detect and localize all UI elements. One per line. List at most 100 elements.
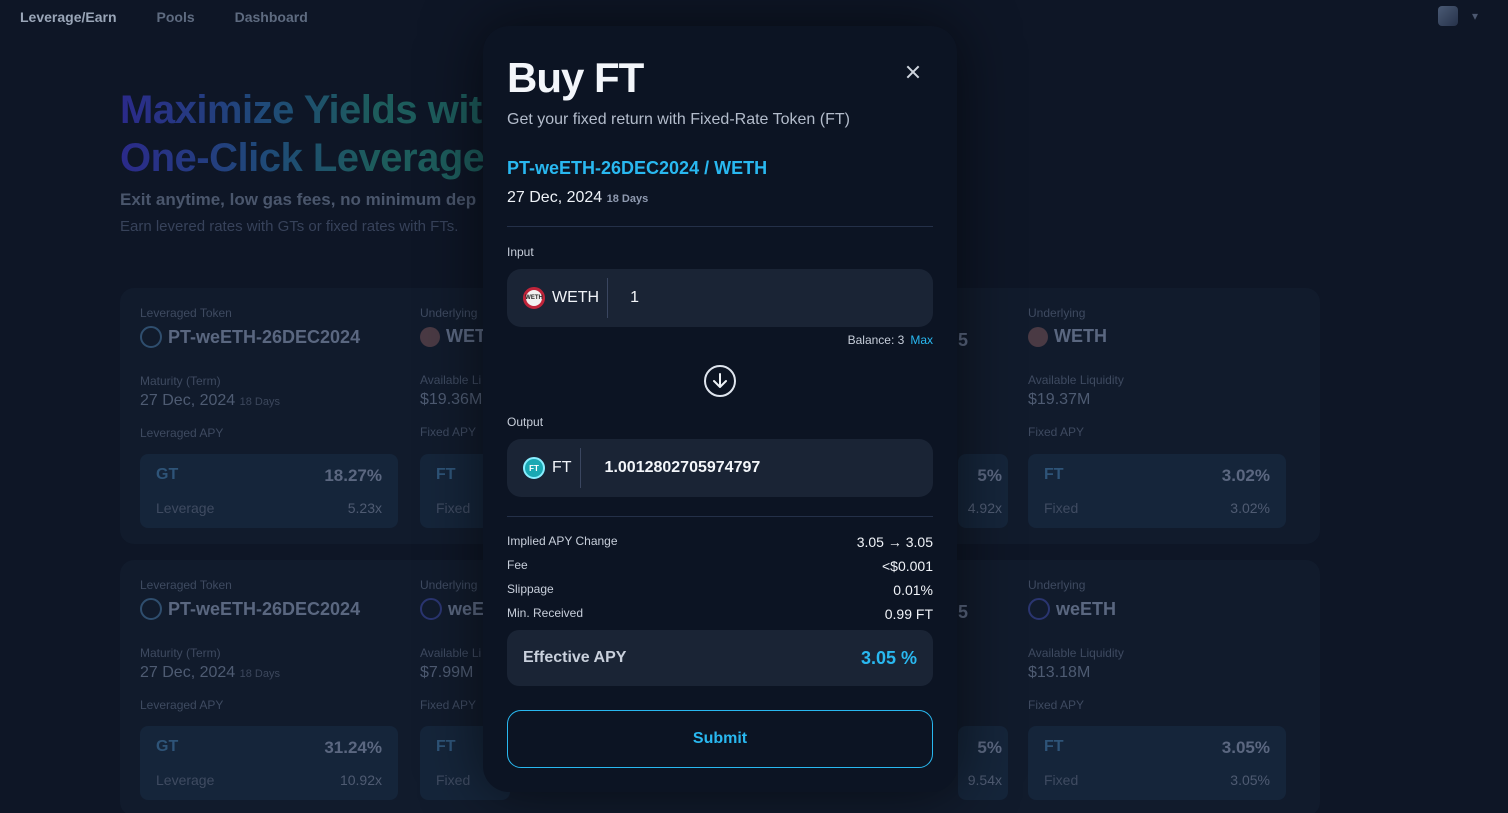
input-label: Input: [507, 245, 534, 259]
leveraged-token-name: PT-weETH-26DEC2024: [168, 326, 361, 347]
underlying-label: Underlying: [1028, 578, 1086, 592]
ft-apy-box[interactable]: FT 3.02% Fixed 3.02%: [1028, 454, 1286, 528]
input-token-symbol: WETH: [552, 289, 600, 306]
maturity-days: 18 Days: [239, 396, 280, 408]
maturity-date: 27 Dec, 2024: [507, 189, 603, 206]
ft-token-icon: FT: [523, 457, 545, 479]
effective-apy-label: Effective APY: [523, 649, 627, 666]
input-amount[interactable]: [630, 289, 911, 307]
info-key: Min. Received: [507, 606, 584, 620]
modal-title: Buy FT: [507, 54, 644, 101]
leverage-value: 5.23x: [347, 500, 382, 516]
output-token: FT FT: [507, 439, 572, 497]
underlying-label: Underlying: [1028, 306, 1086, 320]
mid-apy-box[interactable]: 5% 4.92x: [958, 454, 1008, 528]
divider: [507, 226, 933, 227]
underlying-token: weETH: [1028, 598, 1290, 620]
info-value: 3.05 → 3.05: [856, 534, 933, 550]
maturity-value: 27 Dec, 2024 18 Days: [140, 392, 402, 410]
info-row-slippage: Slippage 0.01%: [507, 582, 933, 598]
pt-token-icon: [140, 326, 162, 348]
hero-section: Maximize Yields wit One-Click Leverage E…: [120, 86, 485, 235]
info-key: Fee: [507, 558, 528, 572]
nav-leverage-earn[interactable]: Leverage/Earn: [20, 9, 117, 25]
max-button[interactable]: Max: [910, 333, 933, 347]
info-row-implied-apy: Implied APY Change 3.05 → 3.05: [507, 534, 933, 550]
ft-apy-box[interactable]: FT 3.05% Fixed 3.05%: [1028, 726, 1286, 800]
input-field[interactable]: WETH WETH: [507, 269, 933, 327]
fixed-label: Fixed: [436, 772, 471, 788]
balance-row: Balance: 3 Max: [848, 333, 933, 347]
divider: [507, 516, 933, 517]
fixed-label: Fixed: [436, 500, 471, 516]
gt-label: GT: [156, 466, 179, 483]
underlying-token: WETH: [1028, 326, 1290, 347]
right-underlying-col: Underlying WETH Available Liquidity $19.…: [1028, 306, 1290, 439]
info-value: 0.99 FT: [884, 606, 933, 622]
input-token-selector[interactable]: WETH WETH: [507, 269, 599, 327]
mid-leverage-value: 4.92x: [967, 500, 1002, 516]
maturity-info: 27 Dec, 2024 18 Days: [507, 189, 648, 207]
leveraged-token-label: Leveraged Token: [140, 578, 232, 592]
leveraged-token-name: PT-weETH-26DEC2024: [168, 598, 361, 619]
fixed-apy-label: Fixed APY: [1028, 698, 1085, 712]
mid-apy-value: 5%: [977, 738, 1002, 757]
gt-apy-value: 31.24%: [324, 738, 382, 757]
ft-label: FT: [1044, 466, 1064, 483]
leverage-label: Leverage: [156, 772, 215, 788]
mid-leverage-value: 9.54x: [967, 772, 1002, 788]
leveraged-apy-label: Leveraged APY: [140, 698, 224, 712]
liquidity-label: Available Liquidity: [1028, 373, 1124, 387]
hero-title-line1: Maximize Yields wit: [120, 88, 482, 132]
nav-pools[interactable]: Pools: [157, 9, 195, 25]
output-field: FT FT 1.0012802705974797: [507, 439, 933, 497]
modal-subtitle: Get your fixed return with Fixed-Rate To…: [507, 111, 850, 128]
account-menu[interactable]: ▾: [1437, 6, 1478, 26]
underlying-name: WET: [446, 326, 486, 346]
fixed-label: Fixed: [1044, 500, 1079, 516]
network-logo-icon: [1437, 6, 1458, 26]
weeth-token-icon: [420, 598, 442, 620]
liquidity-value: $19.37M: [1028, 391, 1091, 408]
info-row-min-received: Min. Received 0.99 FT: [507, 606, 933, 622]
gt-apy-box[interactable]: GT 31.24% Leverage 10.92x: [140, 726, 398, 800]
fixed-value: 3.02%: [1230, 500, 1270, 516]
leverage-label: Leverage: [156, 500, 215, 516]
gt-label: GT: [156, 738, 179, 755]
info-row-fee: Fee <$0.001: [507, 558, 933, 574]
buy-ft-modal: Buy FT Get your fixed return with Fixed-…: [483, 26, 957, 792]
underlying-name: weETH: [1056, 598, 1117, 619]
close-icon[interactable]: [903, 62, 923, 82]
output-label: Output: [507, 415, 544, 429]
arrow-down-circle-icon[interactable]: [704, 365, 736, 397]
gt-apy-box[interactable]: GT 18.27% Leverage 5.23x: [140, 454, 398, 528]
maturity-label: Maturity (Term): [140, 646, 221, 660]
hero-title: Maximize Yields wit One-Click Leverage: [120, 86, 485, 182]
output-token-symbol: FT: [552, 459, 572, 476]
field-separator: [579, 448, 581, 488]
nav-dashboard[interactable]: Dashboard: [235, 9, 308, 25]
balance-label: Balance: 3: [847, 333, 905, 347]
leverage-value: 10.92x: [339, 772, 382, 788]
liquidity-label: Available Liquidity: [1028, 646, 1124, 660]
fixed-label: Fixed: [1044, 772, 1079, 788]
underlying-name: WETH: [1054, 326, 1107, 346]
fixed-value: 3.05%: [1230, 772, 1270, 788]
leveraged-token: PT-weETH-26DEC2024: [140, 326, 402, 348]
field-separator: [607, 278, 609, 318]
leveraged-token-col: Leveraged Token PT-weETH-26DEC2024 Matur…: [140, 306, 402, 440]
mid-apy-value: 5%: [977, 466, 1002, 485]
weth-token-icon: [420, 326, 440, 347]
maturity-label: Maturity (Term): [140, 374, 221, 388]
ft-apy-value: 3.05%: [1221, 738, 1270, 757]
pt-token-icon: [140, 598, 162, 620]
weth-token-icon: [1028, 326, 1048, 347]
right-underlying-col: Underlying weETH Available Liquidity $13…: [1028, 578, 1290, 712]
output-amount: 1.0012802705974797: [604, 459, 761, 476]
submit-button[interactable]: Submit: [507, 710, 933, 768]
mid-apy-box[interactable]: 5% 9.54x: [958, 726, 1008, 800]
info-key: Slippage: [507, 582, 554, 596]
leveraged-token-col: Leveraged Token PT-weETH-26DEC2024 Matur…: [140, 578, 402, 712]
weeth-token-icon: [1028, 598, 1050, 620]
weth-token-icon: WETH: [523, 287, 545, 309]
